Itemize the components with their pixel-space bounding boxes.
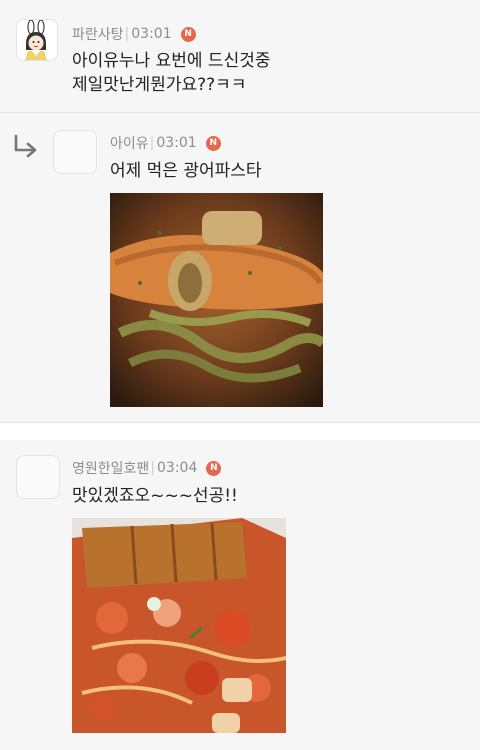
avatar[interactable] bbox=[16, 455, 60, 499]
comment-text: 맛있겠죠오~~~선공!! bbox=[72, 486, 238, 506]
author-name[interactable]: 아이유 bbox=[110, 133, 149, 153]
comment-time: 03:01 bbox=[131, 26, 172, 42]
meta-separator: | bbox=[124, 26, 130, 42]
section-divider bbox=[0, 422, 480, 441]
comment-meta: 영원한일호팬 | 03:04 N bbox=[72, 458, 222, 478]
comment-item: 영원한일호팬 | 03:04 N 맛있겠죠오~~~선공!! bbox=[0, 440, 480, 750]
comment-time: 03:01 bbox=[156, 135, 197, 151]
comment-item: 파란사탕 | 03:01 N 아이유누나 요번에 드신것중 제일맛난게뭔가요??… bbox=[0, 0, 480, 113]
tteokbokki-photo[interactable] bbox=[72, 518, 286, 733]
reply-arrow-icon bbox=[14, 134, 37, 158]
comment-meta: 아이유 | 03:01 N bbox=[110, 133, 221, 153]
comment-text: 어제 먹은 광어파스타 bbox=[110, 161, 262, 181]
new-badge-icon: N bbox=[180, 26, 196, 42]
avatar-bunny-icon bbox=[17, 20, 57, 60]
author-name[interactable]: 영원한일호팬 bbox=[72, 458, 149, 478]
new-badge-icon: N bbox=[205, 135, 221, 151]
avatar[interactable] bbox=[16, 19, 58, 61]
comment-text: 아이유누나 요번에 드신것중 제일맛난게뭔가요??ㅋㅋ bbox=[72, 51, 271, 95]
avatar[interactable] bbox=[53, 130, 97, 174]
comment-time: 03:04 bbox=[157, 460, 198, 476]
comment-meta: 파란사탕 | 03:01 N bbox=[72, 24, 196, 44]
pasta-photo[interactable] bbox=[110, 193, 323, 407]
meta-separator: | bbox=[150, 460, 155, 476]
author-name[interactable]: 파란사탕 bbox=[72, 24, 124, 44]
new-badge-icon: N bbox=[206, 460, 222, 476]
meta-separator: | bbox=[149, 135, 155, 151]
